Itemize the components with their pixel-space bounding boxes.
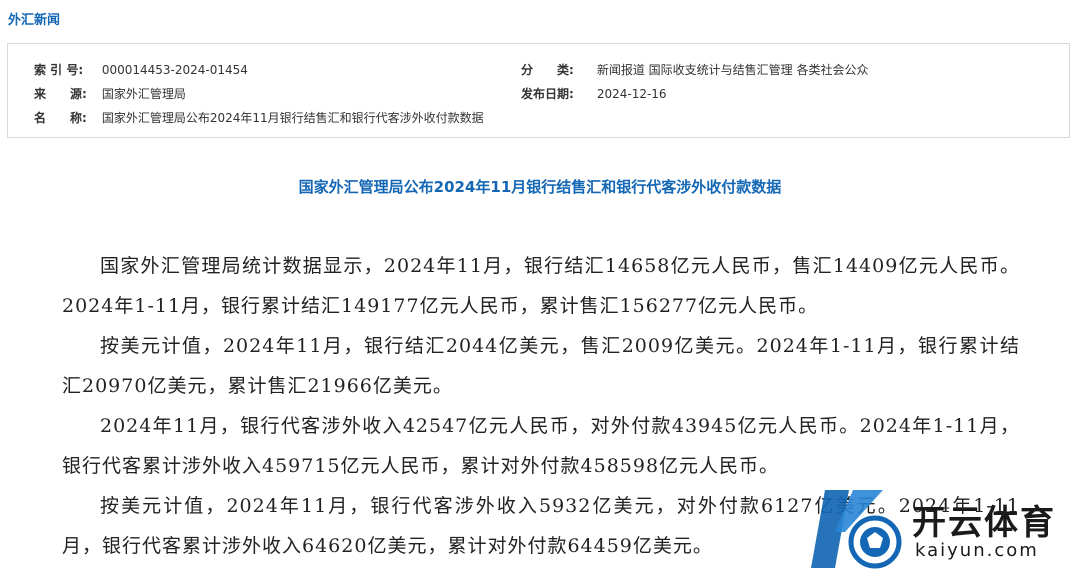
meta-index-label: 索 引 号: <box>34 63 84 77</box>
section-title: 外汇新闻 <box>8 13 61 28</box>
meta-index-value: 000014453-2024-01454 <box>101 63 248 77</box>
article-paragraph: 按美元计值，2024年11月，银行结汇2044亿美元，售汇2009亿美元。202… <box>62 335 1020 397</box>
meta-row-category: 分 类: 新闻报道 国际收支统计与结售汇管理 各类社会公众 <box>521 61 868 78</box>
watermark: 开云体育 kaiyun.com <box>805 480 1075 580</box>
meta-date-label: 发布日期: <box>521 87 574 101</box>
meta-category-label: 分 类: <box>521 63 574 77</box>
watermark-url: kaiyun.com <box>915 540 1039 561</box>
meta-row-name: 名 称: 国家外汇管理局公布2024年11月银行结售汇和银行代客涉外收付款数据 <box>34 109 484 126</box>
metadata-panel: 索 引 号: 000014453-2024-01454 分 类: 新闻报道 国际… <box>7 43 1070 138</box>
watermark-brand: 开云体育 <box>912 503 1056 543</box>
meta-name-value: 国家外汇管理局公布2024年11月银行结售汇和银行代客涉外收付款数据 <box>101 111 484 125</box>
article-paragraph: 国家外汇管理局统计数据显示，2024年11月，银行结汇14658亿元人民币，售汇… <box>62 255 1020 317</box>
article-paragraph: 2024年11月，银行代客涉外收入42547亿元人民币，对外付款43945亿元人… <box>62 415 1020 477</box>
meta-row-index: 索 引 号: 000014453-2024-01454 <box>34 61 248 78</box>
meta-name-label: 名 称: <box>34 111 87 125</box>
meta-date-value: 2024-12-16 <box>596 87 667 101</box>
kaiyun-logo-icon <box>811 490 902 569</box>
meta-row-source: 来 源: 国家外汇管理局 <box>34 85 186 102</box>
meta-row-date: 发布日期: 2024-12-16 <box>521 85 667 102</box>
page: 外汇新闻 索 引 号: 000014453-2024-01454 分 类: 新闻… <box>0 0 1080 583</box>
meta-source-label: 来 源: <box>34 87 87 101</box>
meta-category-value: 新闻报道 国际收支统计与结售汇管理 各类社会公众 <box>596 63 869 77</box>
meta-source-value: 国家外汇管理局 <box>101 87 186 101</box>
article-title: 国家外汇管理局公布2024年11月银行结售汇和银行代客涉外收付款数据 <box>298 178 782 196</box>
